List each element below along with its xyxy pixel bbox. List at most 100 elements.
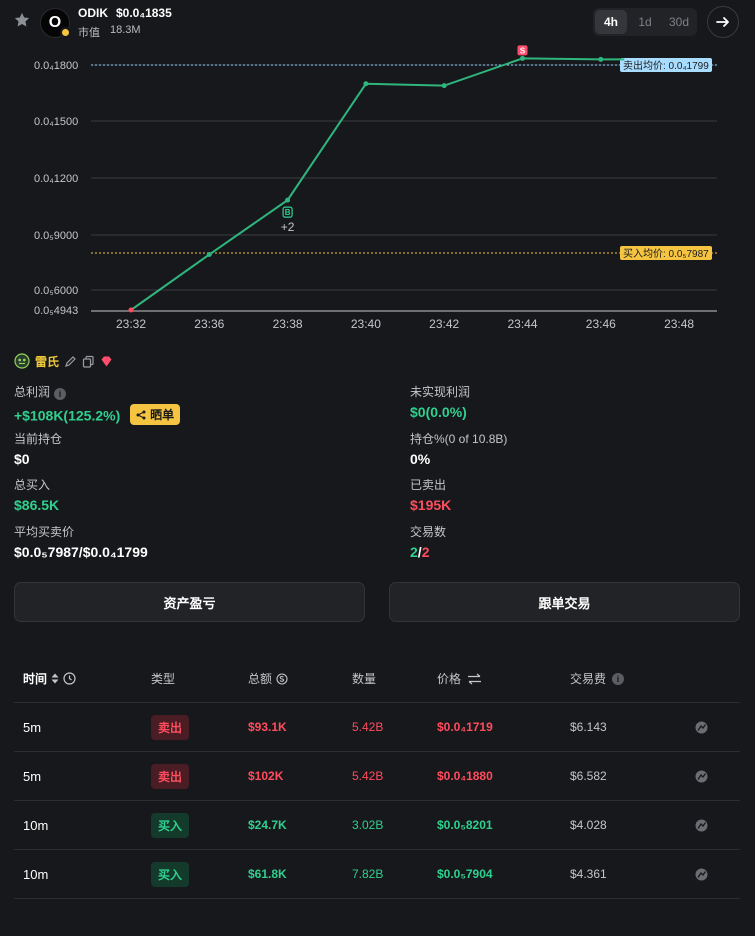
- star-icon[interactable]: [13, 11, 31, 29]
- table-row[interactable]: 5m 卖出 $102K 5.42B $0.0₄1880 $6.582: [14, 752, 740, 801]
- row-time: 5m: [23, 719, 42, 735]
- total-buy-value: $86.5K: [14, 497, 60, 513]
- buy-badge: 买入: [151, 861, 190, 887]
- range-30d-button[interactable]: 30d: [663, 10, 695, 34]
- row-time: 10m: [23, 866, 49, 882]
- copy-trade-button[interactable]: 跟单交易: [389, 582, 740, 622]
- row-fee: $6.582: [570, 769, 607, 783]
- swap-icon[interactable]: [467, 673, 482, 685]
- currency-toggle-icon[interactable]: [276, 672, 288, 685]
- x-tick-label: 23:44: [507, 317, 537, 331]
- buy-avg-label: 买入均价: 0.0₅7987: [623, 248, 709, 260]
- price-chart-svg: 0.0₄1800 0.0₄1500 0.0₄1200 0.0₅9000 0.0₅6000…: [34, 45, 717, 331]
- row-fee: $4.028: [570, 818, 607, 832]
- row-qty: 3.02B: [352, 818, 384, 832]
- row-qty: 5.42B: [352, 769, 384, 783]
- row-price: $0.0₄1880: [437, 769, 493, 783]
- sort-time-header[interactable]: 时间: [23, 655, 76, 702]
- y-tick-label: 0.0₄1800: [34, 60, 78, 72]
- share-label: 晒单: [150, 408, 175, 422]
- row-price: $0.0₄1719: [437, 720, 493, 734]
- header-fee: 交易费: [570, 672, 607, 686]
- explorer-link-icon[interactable]: [695, 721, 708, 734]
- token-header: O ODIK $0.0₄1835 市值 18.3M 4h 1d 30d: [0, 0, 755, 44]
- open-details-button[interactable]: [707, 6, 739, 38]
- row-price: $0.0₅8201: [437, 818, 493, 832]
- sold-stat: 已卖出 $195K: [410, 476, 451, 513]
- sold-label: 已卖出: [410, 478, 447, 492]
- header-time: 时间: [23, 672, 48, 686]
- clock-icon[interactable]: [63, 672, 76, 685]
- row-price: $0.0₅7904: [437, 867, 493, 881]
- edit-icon[interactable]: [64, 355, 77, 368]
- price-point: [363, 81, 369, 87]
- explorer-link-icon[interactable]: [695, 868, 708, 881]
- y-tick-label: 0.0₄1500: [34, 116, 78, 128]
- market-cap-label: 市值: [78, 27, 100, 39]
- market-cap-value: 18.3M: [110, 24, 141, 36]
- trades-label: 交易数: [410, 525, 447, 539]
- holding-stat: 当前持仓 $0: [14, 430, 62, 467]
- holding-pct-label: 持仓%(0 of 10.8B): [410, 432, 508, 446]
- total-profit-value: +$108K(125.2%): [14, 407, 121, 424]
- trader-avatar-icon: [14, 353, 30, 369]
- range-1d-button[interactable]: 1d: [629, 10, 661, 34]
- price-point: [285, 197, 291, 203]
- price-point: [598, 56, 604, 62]
- explorer-link-icon[interactable]: [695, 819, 708, 832]
- token-name: ODIK: [78, 6, 108, 20]
- row-time: 10m: [23, 817, 49, 833]
- holding-label: 当前持仓: [14, 432, 63, 446]
- explorer-link-cell: [695, 752, 708, 800]
- table-header: 时间 类型 总额 数量 价格 交易费 i: [14, 655, 740, 703]
- y-tick-label: 0.0₅6000: [34, 285, 78, 297]
- header-price-cell: 价格: [437, 655, 482, 702]
- unrealized-value: $0(0.0%): [410, 404, 467, 420]
- total-profit-stat: 总利润 i +$108K(125.2%) 晒单: [14, 383, 181, 425]
- share-button[interactable]: 晒单: [130, 404, 181, 425]
- range-4h-button[interactable]: 4h: [595, 10, 627, 34]
- sell-marker-label: S: [520, 46, 526, 55]
- sell-badge: 卖出: [151, 714, 190, 740]
- chain-badge-icon: [60, 27, 71, 38]
- explorer-link-icon[interactable]: [695, 770, 708, 783]
- trades-table: 时间 类型 总额 数量 价格 交易费 i 5m 卖出 $93.1K 5.42B …: [14, 655, 740, 899]
- price-point: [206, 252, 212, 258]
- sold-value: $195K: [410, 497, 452, 513]
- table-row[interactable]: 10m 买入 $61.8K 7.82B $0.0₅7904 $4.361: [14, 850, 740, 899]
- price-point: [441, 83, 447, 89]
- header-total-cell: 总额: [248, 655, 288, 702]
- header-price: 价格: [437, 672, 462, 686]
- explorer-link-cell: [695, 801, 708, 849]
- row-type-cell: 卖出: [151, 703, 190, 751]
- price-point: [520, 55, 525, 61]
- info-icon[interactable]: i: [612, 672, 625, 685]
- avg-price-stat: 平均买卖价 $0.0₅7987/$0.0₄1799: [14, 523, 148, 560]
- info-icon[interactable]: i: [54, 388, 67, 400]
- header-fee-cell: 交易费 i: [570, 655, 625, 702]
- header-type: 类型: [151, 672, 176, 686]
- y-tick-label: 0.0₅4943: [34, 305, 78, 317]
- table-row[interactable]: 5m 卖出 $93.1K 5.42B $0.0₄1719 $6.143: [14, 703, 740, 752]
- unrealized-profit-stat: 未实现利润 $0(0.0%): [410, 383, 470, 420]
- trader-info: 雷氏: [14, 353, 113, 369]
- price-chart: 0.0₄1800 0.0₄1500 0.0₄1200 0.0₅9000 0.0₅6000…: [0, 44, 755, 334]
- x-tick-label: 23:42: [429, 317, 459, 331]
- start-point: [128, 307, 134, 313]
- header-qty: 数量: [352, 672, 377, 686]
- asset-pnl-button[interactable]: 资产盈亏: [14, 582, 365, 622]
- row-fee: $4.361: [570, 867, 607, 881]
- buy-badge: 买入: [151, 812, 190, 838]
- copy-icon[interactable]: [82, 355, 95, 368]
- table-row[interactable]: 10m 买入 $24.7K 3.02B $0.0₅8201 $4.028: [14, 801, 740, 850]
- row-total: $102K: [248, 769, 284, 783]
- sell-avg-label: 卖出均价: 0.0₄1799: [623, 59, 709, 72]
- row-total: $24.7K: [248, 818, 287, 832]
- trader-name: 雷氏: [35, 354, 60, 369]
- gem-icon[interactable]: [100, 355, 113, 368]
- x-tick-label: 23:32: [116, 317, 146, 331]
- holding-value: $0: [14, 451, 30, 467]
- row-type-cell: 卖出: [151, 752, 190, 800]
- y-tick-label: 0.0₄1200: [34, 173, 78, 185]
- avg-price-label: 平均买卖价: [14, 525, 75, 539]
